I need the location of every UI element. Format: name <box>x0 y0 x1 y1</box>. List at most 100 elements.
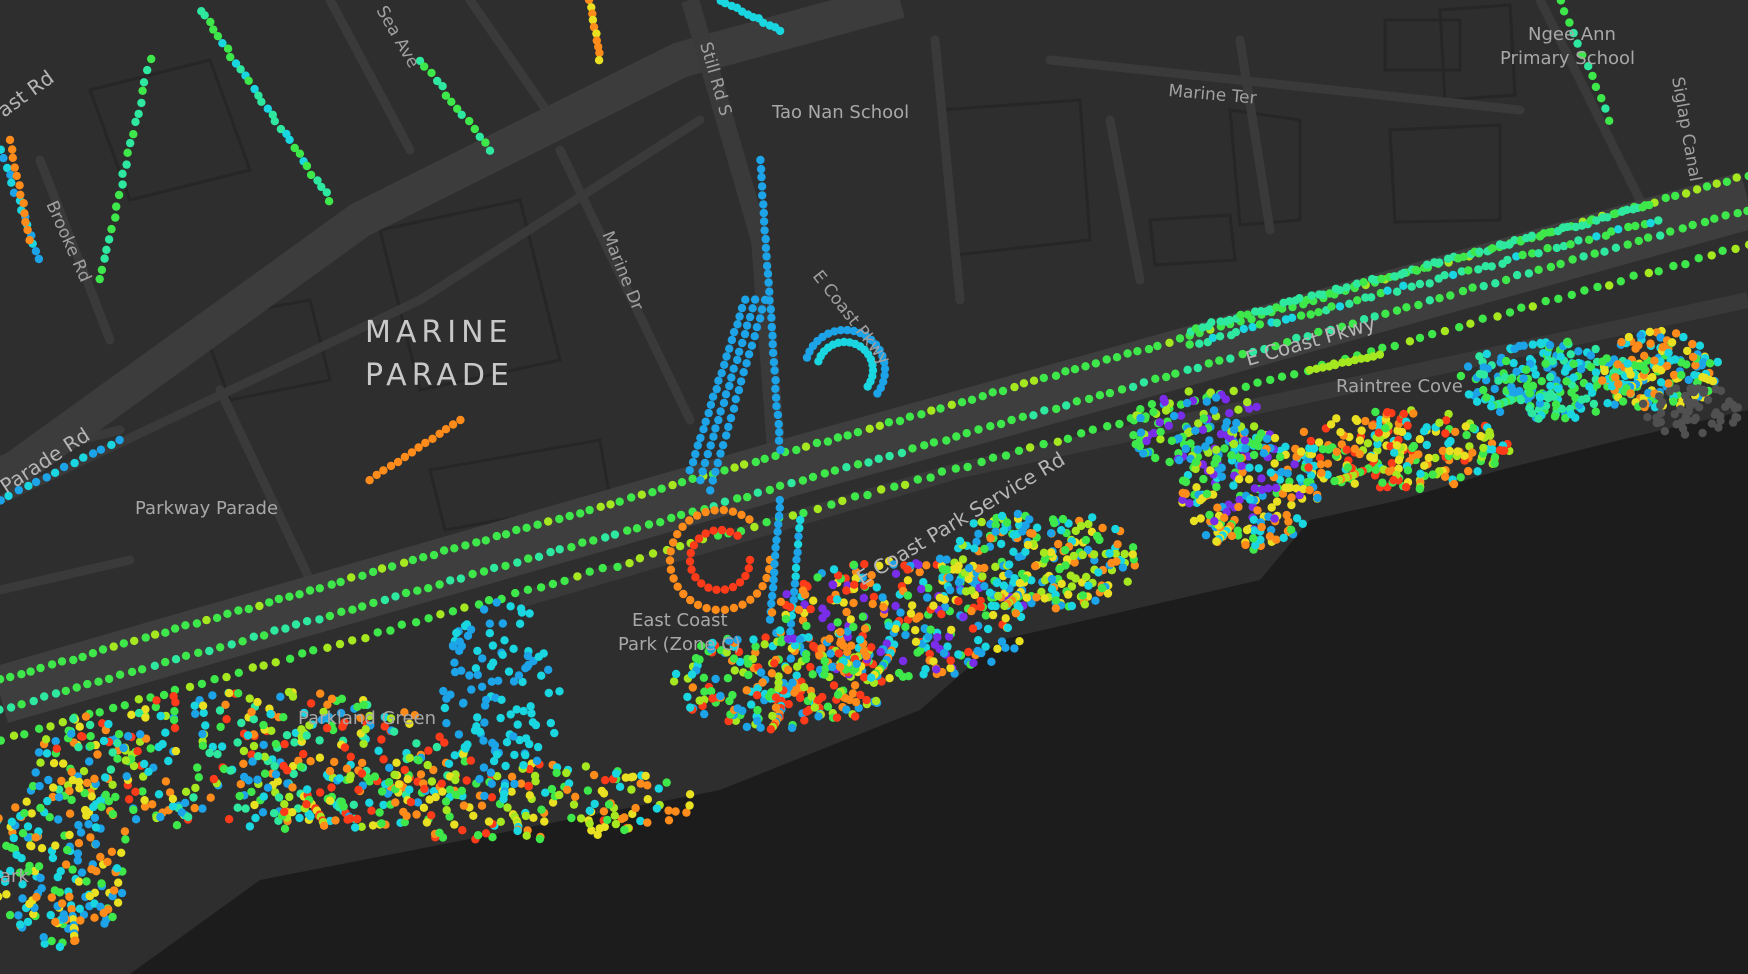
data-point <box>47 660 57 669</box>
data-point <box>527 709 536 718</box>
data-point <box>7 817 17 826</box>
data-point <box>590 799 599 809</box>
data-point <box>379 755 388 764</box>
data-point <box>573 572 582 581</box>
data-point <box>67 795 76 805</box>
data-point <box>688 683 697 692</box>
data-point <box>868 599 877 609</box>
data-point <box>733 494 742 503</box>
data-point <box>891 601 900 611</box>
data-point <box>1375 350 1385 359</box>
data-point <box>306 757 315 766</box>
data-point <box>727 373 736 382</box>
data-point <box>1290 370 1299 379</box>
data-point <box>1175 334 1185 343</box>
data-point <box>767 322 776 332</box>
data-point <box>849 622 858 632</box>
data-point <box>114 878 123 887</box>
data-point <box>26 667 35 676</box>
data-point <box>1567 290 1577 300</box>
data-point <box>585 505 594 515</box>
data-point <box>198 804 207 813</box>
data-point <box>1509 358 1518 368</box>
data-point <box>544 688 553 698</box>
data-point <box>752 691 762 700</box>
data-point <box>552 768 561 778</box>
data-point <box>1355 449 1364 459</box>
data-point <box>623 526 632 535</box>
data-point <box>1671 191 1680 201</box>
data-point <box>836 639 845 648</box>
data-point <box>451 775 460 785</box>
data-point <box>885 451 894 461</box>
data-point <box>1446 291 1455 300</box>
data-point <box>877 485 886 494</box>
data-point <box>236 780 245 789</box>
data-point <box>687 565 696 574</box>
data-point <box>523 585 533 594</box>
data-point <box>109 642 118 651</box>
data-point <box>739 460 749 469</box>
data-point <box>850 580 859 589</box>
data-point <box>784 700 793 709</box>
data-point <box>263 783 273 792</box>
data-point <box>1490 384 1499 394</box>
data-point <box>760 295 770 304</box>
data-point <box>786 654 795 663</box>
data-point <box>107 847 117 856</box>
data-point <box>133 747 142 756</box>
data-point <box>1249 450 1259 460</box>
data-point <box>485 619 494 628</box>
data-point <box>1326 420 1336 429</box>
data-point <box>688 474 697 483</box>
data-point <box>729 404 739 413</box>
data-point <box>774 520 783 529</box>
data-point <box>1652 364 1661 373</box>
data-point <box>1350 479 1360 488</box>
data-point <box>1534 414 1543 423</box>
data-point <box>450 751 459 760</box>
data-point <box>486 662 496 671</box>
data-point <box>350 823 360 832</box>
data-point <box>51 689 61 698</box>
data-point <box>1488 244 1497 253</box>
data-point <box>567 543 576 552</box>
data-point <box>823 437 833 446</box>
data-point <box>1147 400 1157 409</box>
data-point <box>1411 265 1420 275</box>
data-point <box>243 731 253 740</box>
data-point <box>1366 452 1375 462</box>
data-point <box>1390 341 1400 351</box>
data-point <box>316 689 325 698</box>
map-canvas[interactable]: MARINE PARADE Ngee Ann Primary School Ta… <box>0 0 1748 974</box>
data-point <box>1626 389 1635 398</box>
data-point <box>216 643 225 652</box>
data-point <box>733 355 742 365</box>
data-point <box>327 694 337 703</box>
data-point <box>1646 339 1655 348</box>
data-point <box>946 656 955 665</box>
data-point <box>1120 549 1129 559</box>
data-point <box>728 690 737 700</box>
data-point <box>596 502 605 511</box>
data-point <box>1698 428 1707 438</box>
data-point <box>611 769 621 778</box>
data-point <box>17 700 26 709</box>
data-point <box>654 784 663 793</box>
data-point <box>753 716 762 726</box>
data-point <box>994 591 1003 601</box>
data-point <box>976 602 985 612</box>
data-point <box>1153 341 1162 351</box>
data-point <box>1164 421 1174 430</box>
data-point <box>91 823 101 832</box>
data-point <box>1566 350 1576 359</box>
data-point <box>935 593 945 602</box>
data-point <box>1227 451 1236 460</box>
data-point <box>1102 355 1111 364</box>
data-point <box>123 148 132 157</box>
data-point <box>828 662 837 672</box>
data-point <box>924 583 933 593</box>
data-point <box>1123 577 1132 586</box>
data-point <box>1287 500 1296 510</box>
data-point <box>121 756 131 765</box>
